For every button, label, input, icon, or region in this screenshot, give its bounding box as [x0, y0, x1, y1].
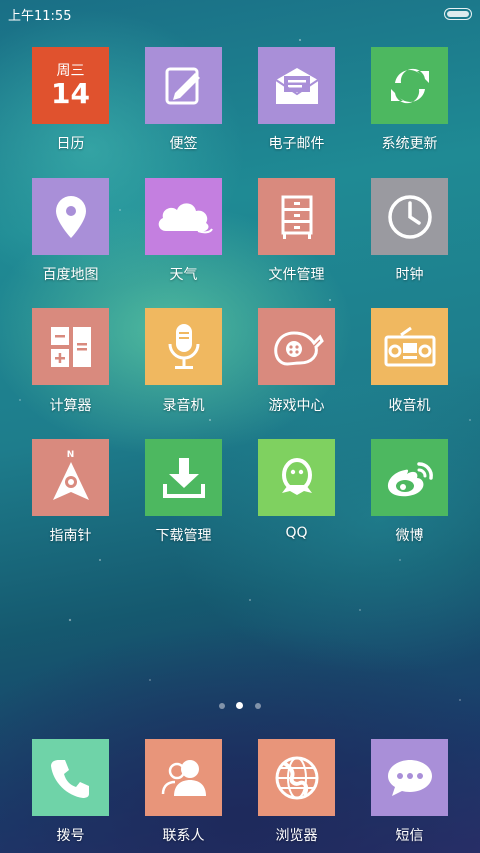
- app-file-manager[interactable]: [258, 178, 335, 255]
- app-label-notes[interactable]: 便签: [127, 133, 240, 153]
- app-compass[interactable]: N: [32, 439, 109, 516]
- weibo-icon: [383, 456, 437, 500]
- calendar-icon: 周三 14: [51, 63, 90, 109]
- app-label-qq[interactable]: QQ: [240, 525, 353, 541]
- dock-messages[interactable]: [371, 739, 448, 816]
- clock-icon: [386, 193, 434, 241]
- dock-label-browser[interactable]: 浏览器: [240, 825, 353, 845]
- calculator-icon: [49, 325, 93, 369]
- app-weibo[interactable]: [371, 439, 448, 516]
- dock-browser[interactable]: [258, 739, 335, 816]
- mail-icon: [272, 64, 322, 108]
- page-dot-active[interactable]: [236, 702, 243, 709]
- app-system-update[interactable]: [371, 47, 448, 124]
- phone-icon: [49, 756, 93, 800]
- app-label-game-center[interactable]: 游戏中心: [240, 395, 353, 415]
- page-indicator: [0, 700, 480, 712]
- status-time: 上午11:55: [8, 9, 72, 24]
- note-pencil-icon: [161, 63, 207, 109]
- message-icon: [386, 758, 434, 798]
- globe-icon: [272, 753, 322, 803]
- dock-contacts[interactable]: [145, 739, 222, 816]
- status-bar: 上午11:55: [0, 0, 480, 26]
- map-pin-icon: [53, 194, 89, 240]
- app-label-clock[interactable]: 时钟: [353, 264, 466, 284]
- cloud-icon: [154, 197, 214, 237]
- app-label-baidu-map[interactable]: 百度地图: [14, 264, 127, 284]
- gamepad-icon: [270, 325, 324, 369]
- dock-phone[interactable]: [32, 739, 109, 816]
- file-cabinet-icon: [277, 194, 317, 240]
- dock-label-phone[interactable]: 拨号: [14, 825, 127, 845]
- wallpaper: [0, 0, 480, 853]
- app-notes[interactable]: [145, 47, 222, 124]
- microphone-icon: [166, 322, 202, 372]
- compass-icon: N: [49, 450, 93, 504]
- page-dot[interactable]: [255, 703, 261, 709]
- app-label-file-manager[interactable]: 文件管理: [240, 264, 353, 284]
- app-label-radio[interactable]: 收音机: [353, 395, 466, 415]
- calendar-date: 14: [51, 76, 90, 110]
- app-email[interactable]: [258, 47, 335, 124]
- dock-label-contacts[interactable]: 联系人: [127, 825, 240, 845]
- app-recorder[interactable]: [145, 308, 222, 385]
- app-calendar[interactable]: 周三 14: [32, 47, 109, 124]
- app-qq[interactable]: [258, 439, 335, 516]
- download-icon: [161, 456, 207, 500]
- qq-icon: [274, 455, 320, 501]
- app-label-compass[interactable]: 指南针: [14, 525, 127, 545]
- refresh-icon: [387, 63, 433, 109]
- dock-label-messages[interactable]: 短信: [353, 825, 466, 845]
- app-label-email[interactable]: 电子邮件: [240, 133, 353, 153]
- app-label-recorder[interactable]: 录音机: [127, 395, 240, 415]
- app-label-download-manager[interactable]: 下载管理: [127, 525, 240, 545]
- app-label-weibo[interactable]: 微博: [353, 525, 466, 545]
- app-label-system-update[interactable]: 系统更新: [353, 133, 466, 153]
- app-download-manager[interactable]: [145, 439, 222, 516]
- app-game-center[interactable]: [258, 308, 335, 385]
- contacts-icon: [160, 756, 208, 800]
- app-label-weather[interactable]: 天气: [127, 264, 240, 284]
- app-clock[interactable]: [371, 178, 448, 255]
- app-weather[interactable]: [145, 178, 222, 255]
- radio-icon: [383, 325, 437, 369]
- app-radio[interactable]: [371, 308, 448, 385]
- app-baidu-map[interactable]: [32, 178, 109, 255]
- page-dot[interactable]: [219, 703, 225, 709]
- app-label-calculator[interactable]: 计算器: [14, 395, 127, 415]
- app-label-calendar[interactable]: 日历: [14, 133, 127, 153]
- app-calculator[interactable]: [32, 308, 109, 385]
- battery-icon: [444, 8, 472, 20]
